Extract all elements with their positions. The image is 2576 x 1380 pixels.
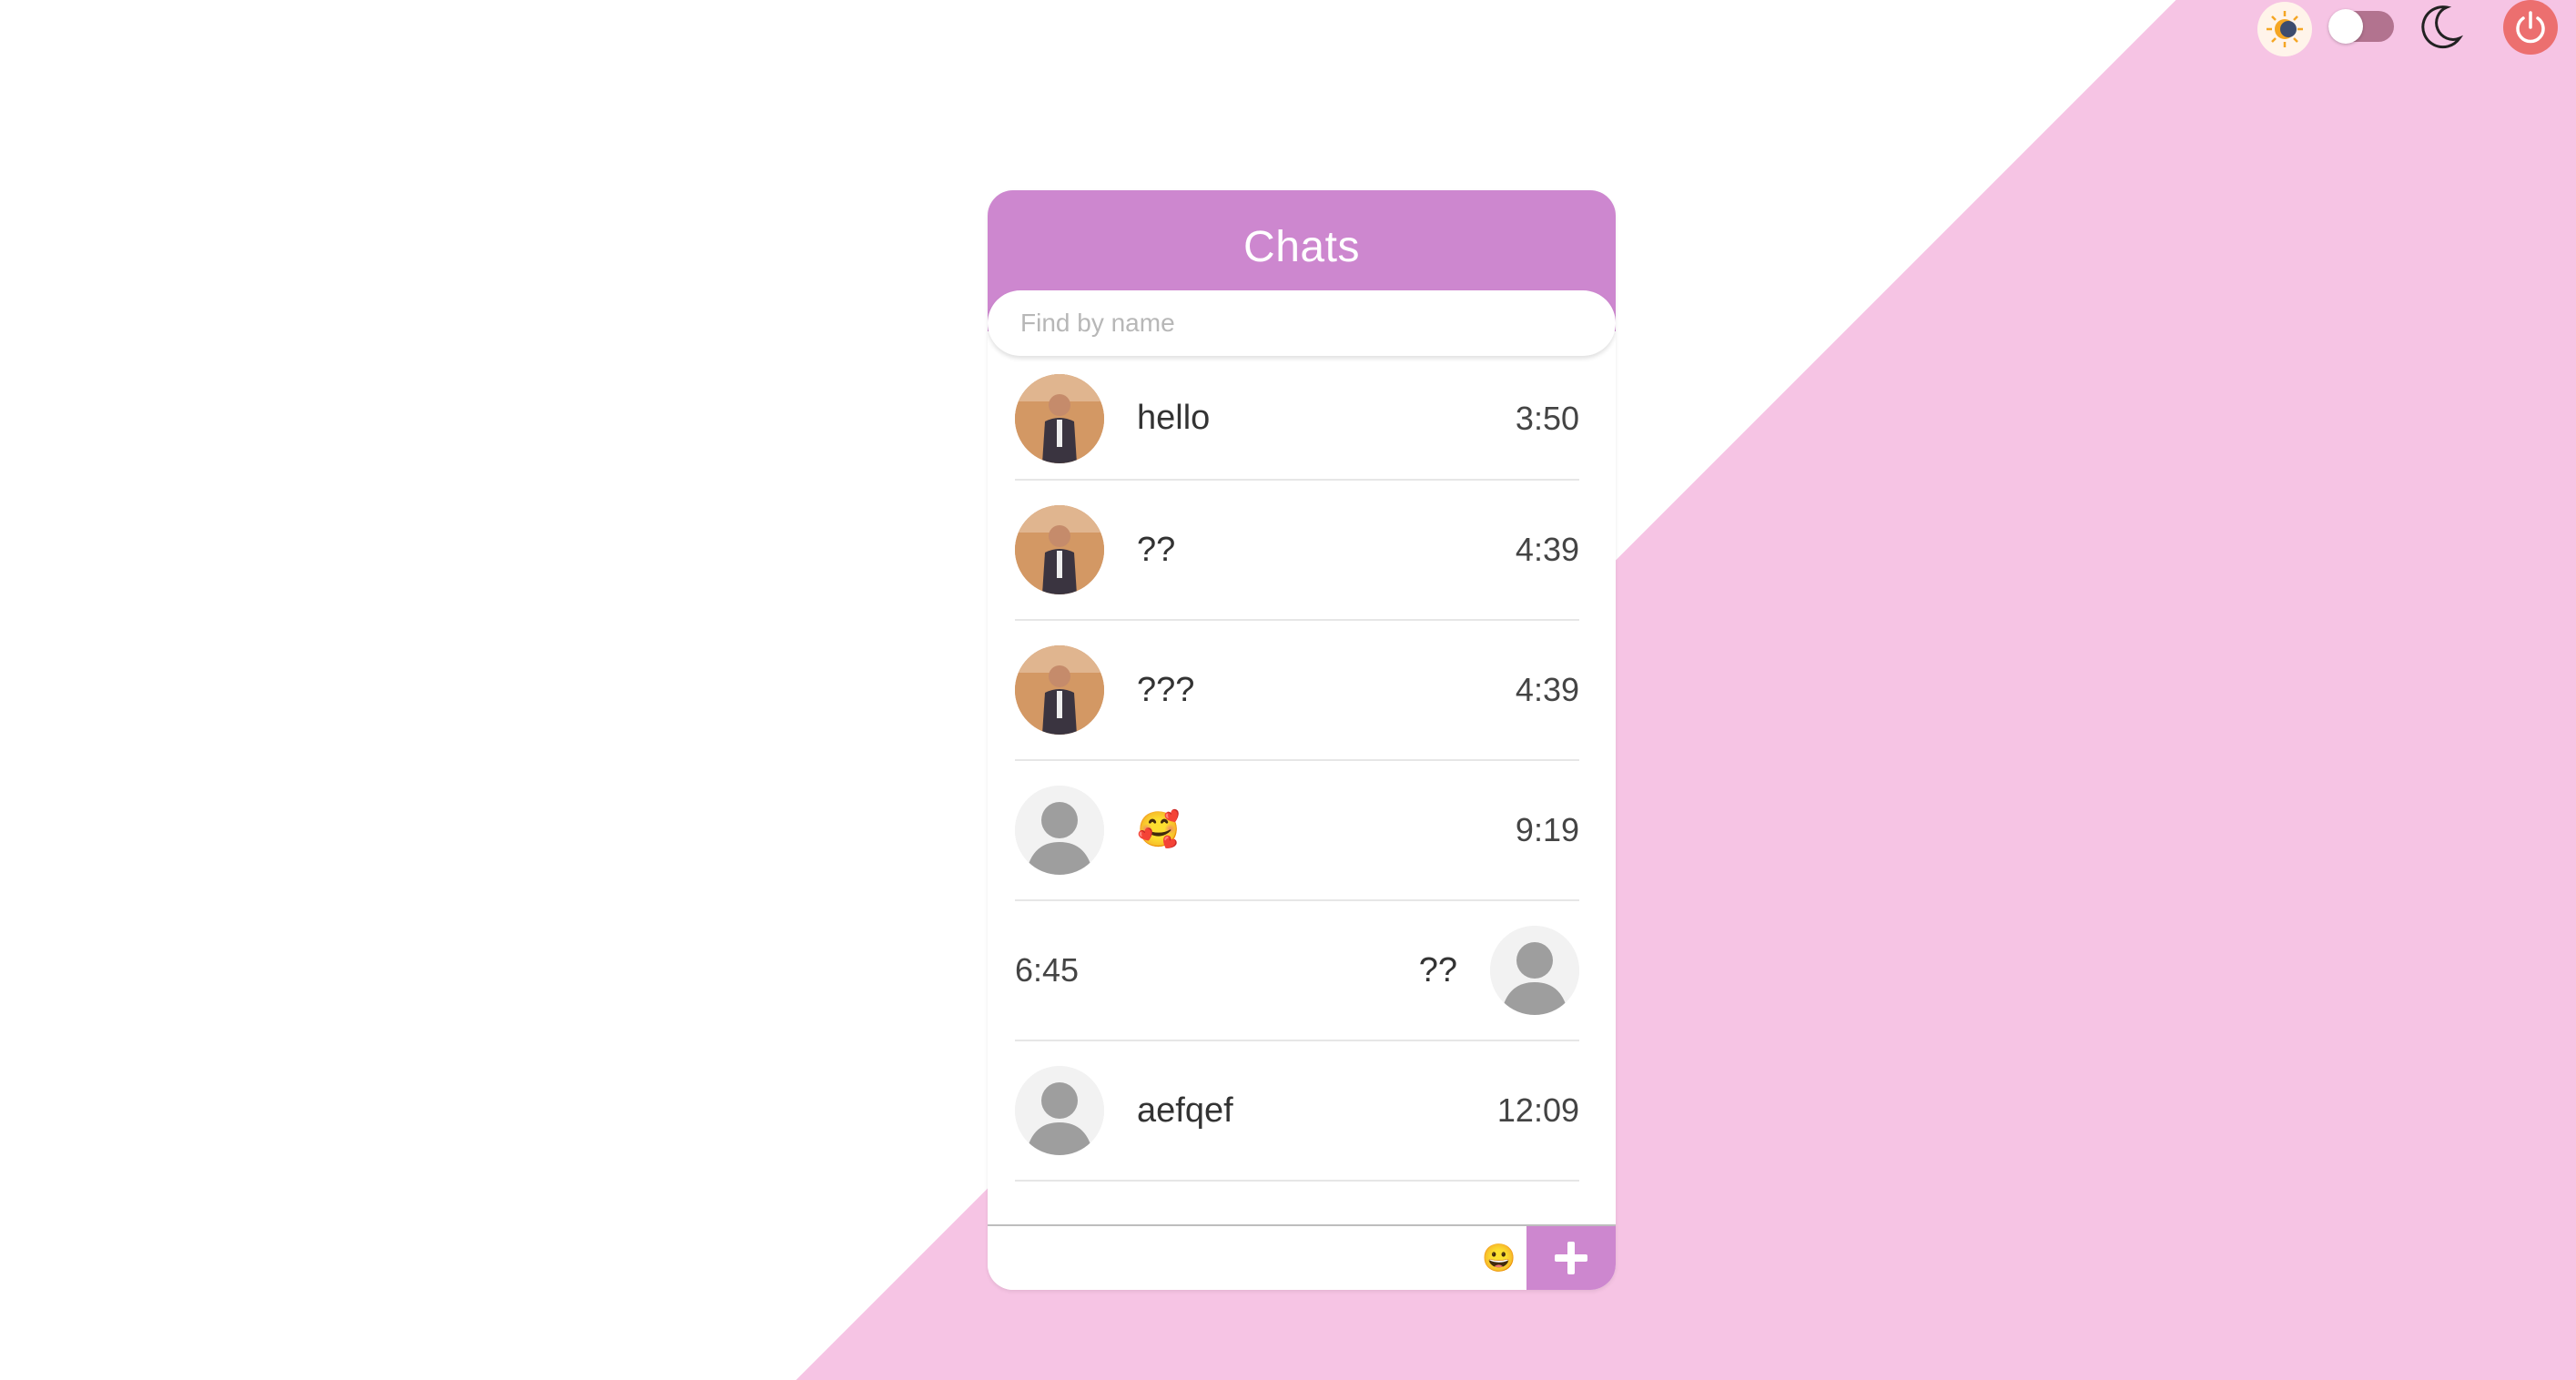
- chat-item[interactable]: aefqef 12:09: [1015, 1041, 1579, 1182]
- theme-toggle[interactable]: [2328, 9, 2394, 44]
- chat-time: 6:45: [1015, 951, 1080, 989]
- chat-name: ??: [1137, 530, 1176, 569]
- chat-panel: Chats hello 3:50: [988, 190, 1616, 1290]
- message-composer: 😀: [988, 1224, 1616, 1290]
- search-input[interactable]: [1020, 309, 1567, 338]
- default-avatar: [1015, 1066, 1104, 1155]
- moon-icon[interactable]: [2412, 0, 2467, 55]
- chat-item[interactable]: 6:45 ??: [1015, 901, 1579, 1041]
- power-icon: [2516, 11, 2545, 44]
- default-avatar: [1015, 786, 1104, 875]
- chat-name: ???: [1137, 670, 1195, 709]
- photo-avatar: [1015, 505, 1104, 594]
- chat-time: 4:39: [1515, 531, 1579, 568]
- chat-name: aefqef: [1137, 1091, 1233, 1130]
- chat-time: 9:19: [1515, 811, 1579, 848]
- chat-name: 🥰: [1137, 811, 1181, 849]
- chat-item[interactable]: hello 3:50: [1015, 358, 1579, 481]
- default-avatar: [1490, 926, 1579, 1015]
- chat-item[interactable]: ??? 4:39: [1015, 621, 1579, 761]
- photo-avatar: [1015, 373, 1104, 463]
- search-bar: [988, 290, 1616, 356]
- chat-name: hello: [1137, 399, 1211, 437]
- message-input[interactable]: [988, 1226, 1472, 1290]
- page-title: Chats: [1243, 223, 1360, 271]
- add-button[interactable]: [1526, 1226, 1616, 1290]
- power-button[interactable]: [2503, 0, 2558, 55]
- toggle-knob: [2328, 9, 2363, 44]
- plus-icon: [1555, 1242, 1587, 1274]
- chat-item[interactable]: 🥰 9:19: [1015, 761, 1579, 901]
- chat-time: 3:50: [1515, 399, 1579, 437]
- emoji-icon[interactable]: 😀: [1472, 1226, 1526, 1290]
- chat-item[interactable]: ?? 4:39: [1015, 481, 1579, 621]
- chat-time: 12:09: [1496, 1091, 1579, 1129]
- photo-avatar: [1015, 645, 1104, 735]
- chat-list: hello 3:50 ?? 4:39 ??? 4:39 🥰 9:19 6:45 …: [1015, 358, 1579, 1182]
- chat-name: ??: [1418, 950, 1457, 989]
- chat-time: 4:39: [1515, 671, 1579, 708]
- theme-icon[interactable]: [2257, 2, 2312, 56]
